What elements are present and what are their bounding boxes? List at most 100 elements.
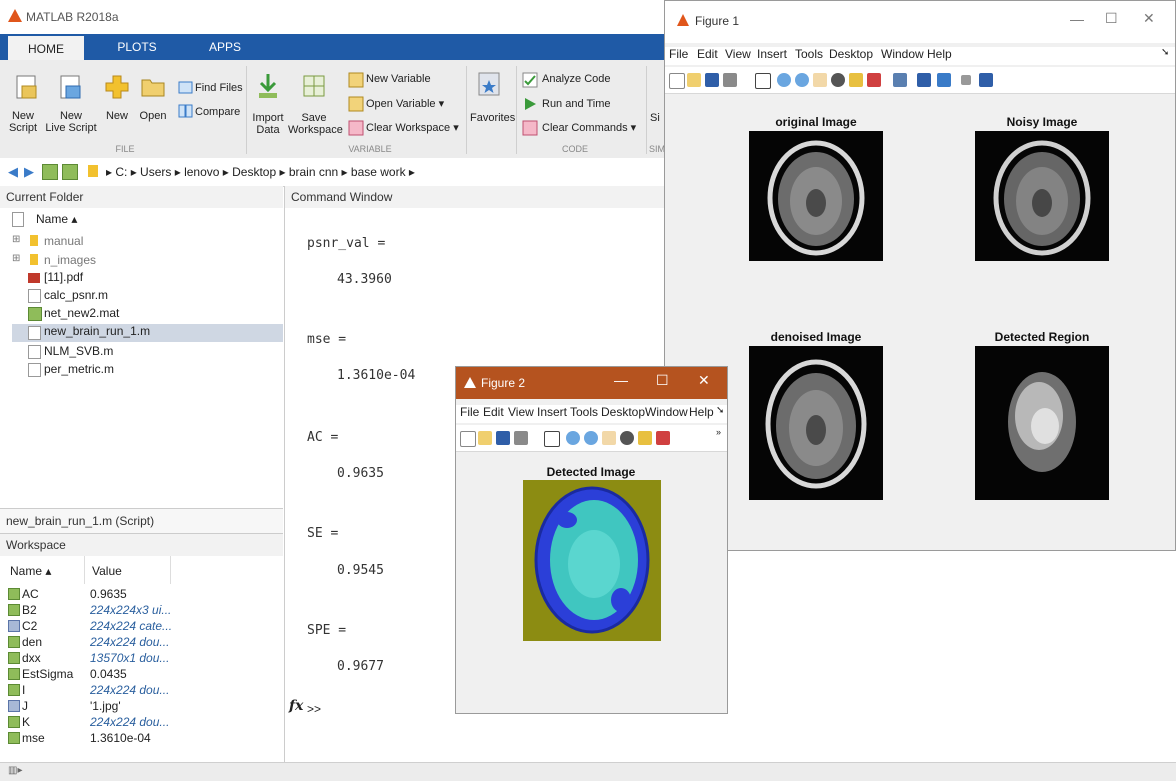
file-item-per-metric[interactable]: per_metric.m: [44, 362, 114, 376]
zoom-out-icon[interactable]: [795, 73, 809, 87]
figure-1-title-bar[interactable]: Figure 1 — ☐ ✕: [665, 1, 1175, 43]
expand-icon[interactable]: ⊞: [12, 234, 20, 245]
menu-overflow-icon[interactable]: ➘: [1161, 47, 1169, 58]
pan-icon[interactable]: [602, 431, 616, 445]
menu-view[interactable]: View: [508, 405, 534, 419]
open-button[interactable]: Open: [136, 110, 170, 122]
new-live-script-button[interactable]: New Live Script: [44, 110, 98, 134]
table-row[interactable]: den 224x224 dou...: [0, 635, 283, 651]
current-folder-path[interactable]: ▸ C: ▸ Users ▸ lenovo ▸ Desktop ▸ brain …: [106, 165, 415, 179]
detected-region-image[interactable]: [975, 346, 1109, 500]
legend-icon[interactable]: [937, 73, 951, 87]
table-row[interactable]: B2 224x224x3 ui...: [0, 603, 283, 619]
forward-arrow-icon[interactable]: ▶: [24, 164, 34, 180]
tab-apps[interactable]: APPS: [190, 34, 260, 60]
table-row[interactable]: AC 0.9635: [0, 587, 283, 603]
link-plot-icon[interactable]: [893, 73, 907, 87]
folder-item-n-images[interactable]: n_images: [44, 253, 96, 267]
pointer-icon[interactable]: [755, 73, 771, 89]
menu-overflow-icon[interactable]: ➘: [716, 405, 724, 416]
open-variable-button[interactable]: Open Variable ▾: [366, 98, 444, 110]
clear-workspace-button[interactable]: Clear Workspace ▾: [366, 122, 459, 134]
zoom-in-icon[interactable]: [777, 73, 791, 87]
clear-commands-button[interactable]: Clear Commands ▾: [542, 122, 636, 134]
table-row[interactable]: dxx 13570x1 dou...: [0, 651, 283, 667]
file-item-nlm-svb[interactable]: NLM_SVB.m: [44, 344, 113, 358]
compare-button[interactable]: Compare: [195, 106, 240, 118]
brush-icon[interactable]: [656, 431, 670, 445]
menu-help[interactable]: Help: [689, 405, 714, 419]
new-figure-icon[interactable]: [460, 431, 476, 447]
print-icon[interactable]: [514, 431, 528, 445]
colorbar-icon[interactable]: [917, 73, 931, 87]
menu-file[interactable]: File: [669, 47, 688, 61]
table-row[interactable]: EstSigma 0.0435: [0, 667, 283, 683]
table-row[interactable]: K 224x224 dou...: [0, 715, 283, 731]
table-row[interactable]: I 224x224 dou...: [0, 683, 283, 699]
command-prompt[interactable]: >>: [307, 702, 321, 716]
menu-desktop[interactable]: Desktop: [601, 405, 645, 419]
rotate-icon[interactable]: [620, 431, 634, 445]
toolbar-overflow-icon[interactable]: »: [716, 427, 721, 437]
menu-insert[interactable]: Insert: [757, 47, 787, 61]
name-column-header[interactable]: Name ▴: [36, 212, 77, 226]
menu-tools[interactable]: Tools: [570, 405, 598, 419]
find-files-button[interactable]: Find Files: [195, 82, 243, 94]
table-row[interactable]: J '1.jpg': [0, 699, 283, 715]
open-file-icon[interactable]: [687, 73, 701, 87]
data-cursor-icon[interactable]: [849, 73, 863, 87]
menu-help[interactable]: Help: [927, 47, 952, 61]
simulink-button[interactable]: Si: [650, 112, 660, 124]
analyze-code-button[interactable]: Analyze Code: [542, 73, 611, 85]
menu-tools[interactable]: Tools: [795, 47, 823, 61]
new-script-button[interactable]: New Script: [2, 110, 44, 134]
file-item-pdf[interactable]: [11].pdf: [44, 270, 83, 284]
hide-plot-tools-icon[interactable]: [961, 75, 971, 85]
menu-view[interactable]: View: [725, 47, 751, 61]
maximize-icon[interactable]: ☐: [1105, 10, 1118, 27]
file-item-net-new2[interactable]: net_new2.mat: [44, 306, 119, 320]
close-icon[interactable]: ✕: [1143, 10, 1155, 27]
zoom-in-icon[interactable]: [566, 431, 580, 445]
minimize-icon[interactable]: —: [614, 372, 628, 388]
figure-2-title-bar[interactable]: Figure 2 — ☐ ✕: [456, 367, 727, 399]
new-figure-icon[interactable]: [669, 73, 685, 89]
menu-desktop[interactable]: Desktop: [829, 47, 873, 61]
save-icon[interactable]: [496, 431, 510, 445]
save-workspace-button[interactable]: Save Workspace: [288, 112, 343, 136]
close-icon[interactable]: ✕: [698, 372, 710, 389]
data-cursor-icon[interactable]: [638, 431, 652, 445]
table-row[interactable]: C2 224x224 cate...: [0, 619, 283, 635]
favorites-button[interactable]: Favorites: [470, 112, 515, 124]
pointer-icon[interactable]: [544, 431, 560, 447]
file-item-calc-psnr[interactable]: calc_psnr.m: [44, 288, 108, 302]
rotate-icon[interactable]: [831, 73, 845, 87]
up-folder-icon[interactable]: [42, 164, 58, 180]
detected-image[interactable]: [523, 480, 661, 641]
pan-icon[interactable]: [813, 73, 827, 87]
zoom-out-icon[interactable]: [584, 431, 598, 445]
folder-item-manual[interactable]: manual: [44, 234, 83, 248]
noisy-image[interactable]: [975, 131, 1109, 261]
workspace-value-column[interactable]: Value: [92, 564, 122, 578]
workspace-name-column[interactable]: Name ▴: [10, 564, 51, 578]
menu-window[interactable]: Window: [881, 47, 924, 61]
table-row[interactable]: mse 1.3610e-04: [0, 731, 283, 747]
menu-window[interactable]: Window: [645, 405, 689, 419]
browse-folder-icon[interactable]: [62, 164, 78, 180]
expand-icon[interactable]: ⊞: [12, 253, 20, 264]
new-variable-button[interactable]: New Variable: [366, 73, 431, 85]
new-button[interactable]: New: [102, 110, 132, 122]
denoised-image[interactable]: [749, 346, 883, 500]
menu-file[interactable]: File: [460, 405, 479, 419]
menu-insert[interactable]: Insert: [537, 405, 567, 419]
back-arrow-icon[interactable]: ◀: [8, 164, 18, 180]
original-image[interactable]: [749, 131, 883, 261]
minimize-icon[interactable]: —: [1070, 11, 1084, 27]
file-item-new-brain-run[interactable]: new_brain_run_1.m: [12, 324, 283, 342]
maximize-icon[interactable]: ☐: [656, 372, 669, 389]
show-plot-tools-icon[interactable]: [979, 73, 993, 87]
print-icon[interactable]: [723, 73, 737, 87]
open-file-icon[interactable]: [478, 431, 492, 445]
import-data-button[interactable]: Import Data: [250, 112, 286, 136]
